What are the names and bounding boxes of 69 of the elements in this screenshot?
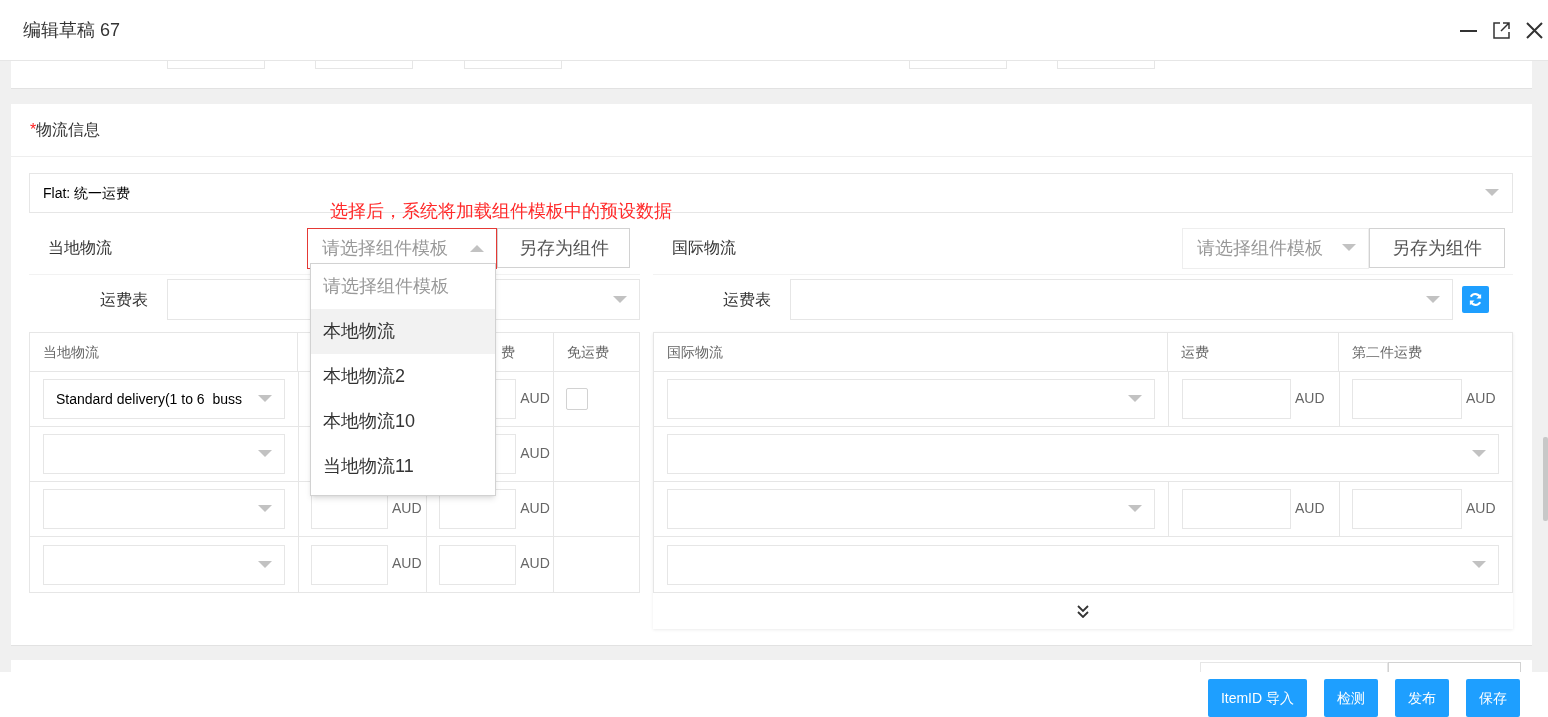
input-field[interactable] bbox=[167, 61, 265, 69]
service-select[interactable] bbox=[667, 379, 1155, 419]
column-header: 当地物流 bbox=[43, 342, 99, 362]
price-input[interactable] bbox=[1352, 489, 1462, 529]
caret-icon bbox=[613, 295, 627, 304]
currency-label: AUD bbox=[392, 499, 422, 518]
currency-label: AUD bbox=[1466, 389, 1496, 408]
service-select[interactable] bbox=[43, 544, 285, 585]
caret-icon bbox=[1472, 560, 1486, 569]
currency-label: AUD bbox=[520, 499, 550, 518]
price-input[interactable] bbox=[1182, 489, 1291, 529]
section-title: *物流信息 bbox=[30, 120, 101, 140]
caret-icon bbox=[1128, 505, 1142, 513]
rate-table-label: 运费表 bbox=[722, 289, 772, 310]
service-select[interactable] bbox=[667, 544, 1499, 585]
rate-table-select[interactable] bbox=[790, 279, 1453, 320]
panel-title: 国际物流 bbox=[672, 238, 736, 258]
caret-icon bbox=[1426, 295, 1440, 304]
dropdown-option[interactable]: 本地物流 bbox=[311, 309, 495, 354]
price-input[interactable] bbox=[311, 544, 388, 585]
caret-icon bbox=[258, 560, 272, 569]
column-header: 国际物流 bbox=[667, 342, 723, 362]
currency-label: AUD bbox=[520, 389, 550, 408]
save-as-component-button[interactable]: 另存为组件 bbox=[497, 228, 630, 268]
currency-label: AUD bbox=[392, 554, 422, 573]
rate-table-label: 运费表 bbox=[99, 289, 149, 310]
service-select[interactable]: Standard delivery(1 to 6 buss bbox=[43, 379, 285, 419]
refresh-button[interactable] bbox=[1462, 286, 1489, 313]
input-field[interactable] bbox=[464, 61, 562, 69]
service-select[interactable] bbox=[667, 434, 1499, 474]
required-mark: * bbox=[30, 121, 37, 138]
price-input[interactable] bbox=[1352, 379, 1462, 419]
scrollbar-thumb[interactable] bbox=[1543, 437, 1548, 521]
dropdown-option[interactable]: 本地物流10 bbox=[311, 399, 495, 444]
caret-icon bbox=[1128, 395, 1142, 403]
caret-icon bbox=[1472, 450, 1486, 458]
maximize-icon[interactable] bbox=[1493, 21, 1510, 39]
caret-icon bbox=[1485, 189, 1499, 197]
input-field[interactable] bbox=[315, 61, 413, 69]
refresh-icon bbox=[1468, 292, 1483, 307]
dropdown-option[interactable]: 本地物流2 bbox=[311, 354, 495, 399]
caret-icon bbox=[258, 450, 272, 458]
input-field[interactable] bbox=[1057, 61, 1155, 69]
double-chevron-down-icon[interactable] bbox=[1077, 604, 1089, 618]
caret-icon bbox=[470, 244, 484, 252]
service-select[interactable] bbox=[43, 489, 285, 529]
panel-title: 当地物流 bbox=[48, 238, 112, 258]
caret-icon bbox=[258, 505, 272, 513]
caret-icon bbox=[258, 395, 272, 403]
column-header: 免运费 bbox=[567, 342, 610, 362]
service-select[interactable] bbox=[43, 434, 285, 474]
currency-label: AUD bbox=[1295, 389, 1325, 408]
price-input[interactable] bbox=[439, 544, 517, 585]
column-header: 费 bbox=[500, 342, 515, 362]
dropdown-option[interactable]: 当地物流11 bbox=[311, 444, 495, 489]
price-input[interactable] bbox=[1182, 379, 1291, 419]
column-header: 第二件运费 bbox=[1352, 342, 1423, 362]
close-icon[interactable] bbox=[1526, 21, 1543, 39]
service-select[interactable] bbox=[667, 489, 1155, 529]
free-shipping-checkbox[interactable] bbox=[566, 388, 589, 410]
currency-label: AUD bbox=[520, 444, 550, 463]
input-field[interactable] bbox=[909, 61, 1007, 69]
window-title: 编辑草稿 67 bbox=[23, 18, 121, 42]
column-header: 运费 bbox=[1180, 342, 1209, 362]
currency-label: AUD bbox=[1466, 499, 1496, 518]
save-as-component-button[interactable]: 另存为组件 bbox=[1369, 228, 1505, 268]
currency-label: AUD bbox=[1295, 499, 1325, 518]
currency-label: AUD bbox=[520, 554, 550, 573]
caret-icon bbox=[1342, 244, 1356, 252]
